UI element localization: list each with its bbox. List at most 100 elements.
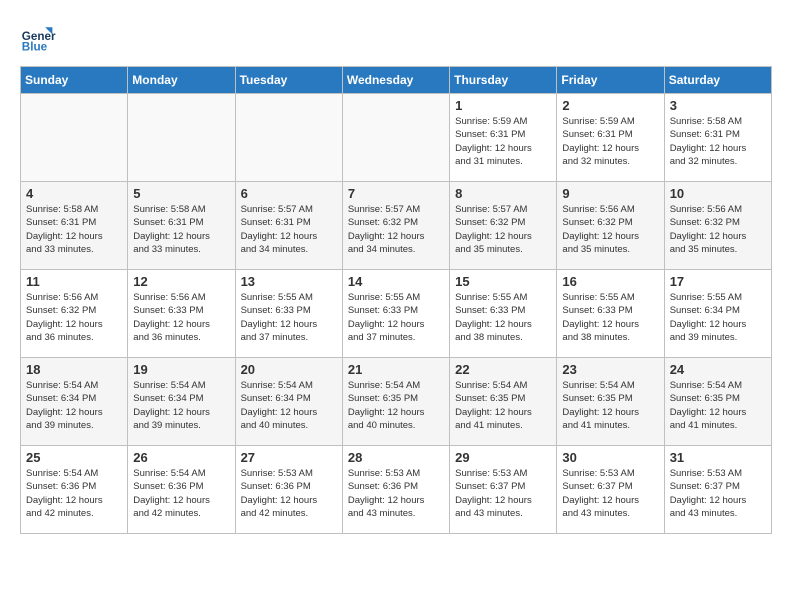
calendar-cell: 24 Sunrise: 5:54 AM Sunset: 6:35 PM Dayli… — [664, 358, 771, 446]
day-info: Sunrise: 5:56 AM Sunset: 6:32 PM Dayligh… — [670, 203, 766, 256]
day-info: Sunrise: 5:55 AM Sunset: 6:34 PM Dayligh… — [670, 291, 766, 344]
day-number: 24 — [670, 362, 766, 377]
calendar-cell: 2 Sunrise: 5:59 AM Sunset: 6:31 PM Daylig… — [557, 94, 664, 182]
day-info: Sunrise: 5:58 AM Sunset: 6:31 PM Dayligh… — [670, 115, 766, 168]
week-row-2: 4 Sunrise: 5:58 AM Sunset: 6:31 PM Daylig… — [21, 182, 772, 270]
day-info: Sunrise: 5:55 AM Sunset: 6:33 PM Dayligh… — [455, 291, 551, 344]
day-number: 26 — [133, 450, 229, 465]
day-info: Sunrise: 5:58 AM Sunset: 6:31 PM Dayligh… — [26, 203, 122, 256]
calendar-cell — [342, 94, 449, 182]
calendar-cell: 14 Sunrise: 5:55 AM Sunset: 6:33 PM Dayli… — [342, 270, 449, 358]
day-number: 6 — [241, 186, 337, 201]
calendar-cell: 19Sunrise: 5:54 AM Sunset: 6:34 PM Dayli… — [128, 358, 235, 446]
week-row-1: 1 Sunrise: 5:59 AM Sunset: 6:31 PM Daylig… — [21, 94, 772, 182]
calendar-table: SundayMondayTuesdayWednesdayThursdayFrid… — [20, 66, 772, 534]
calendar-cell: 17 Sunrise: 5:55 AM Sunset: 6:34 PM Dayli… — [664, 270, 771, 358]
day-number: 16 — [562, 274, 658, 289]
calendar-cell: 27Sunrise: 5:53 AM Sunset: 6:36 PM Dayli… — [235, 446, 342, 534]
day-info: Sunrise: 5:59 AM Sunset: 6:31 PM Dayligh… — [455, 115, 551, 168]
day-info: Sunrise: 5:56 AM Sunset: 6:32 PM Dayligh… — [26, 291, 122, 344]
calendar-cell: 5 Sunrise: 5:58 AM Sunset: 6:31 PM Daylig… — [128, 182, 235, 270]
day-number: 12 — [133, 274, 229, 289]
calendar-cell — [21, 94, 128, 182]
svg-text:Blue: Blue — [22, 41, 48, 54]
day-number: 9 — [562, 186, 658, 201]
day-info: Sunrise: 5:54 AM Sunset: 6:35 PM Dayligh… — [455, 379, 551, 432]
calendar-cell: 31 Sunrise: 5:53 AM Sunset: 6:37 PM Dayli… — [664, 446, 771, 534]
calendar-cell — [235, 94, 342, 182]
day-number: 7 — [348, 186, 444, 201]
col-header-saturday: Saturday — [664, 67, 771, 94]
calendar-cell: 13Sunrise: 5:55 AM Sunset: 6:33 PM Dayli… — [235, 270, 342, 358]
day-number: 22 — [455, 362, 551, 377]
day-number: 10 — [670, 186, 766, 201]
col-header-wednesday: Wednesday — [342, 67, 449, 94]
day-info: Sunrise: 5:56 AM Sunset: 6:33 PM Dayligh… — [133, 291, 229, 344]
day-info: Sunrise: 5:54 AM Sunset: 6:36 PM Dayligh… — [26, 467, 122, 520]
logo: General Blue — [20, 20, 56, 56]
calendar-cell: 7 Sunrise: 5:57 AM Sunset: 6:32 PM Daylig… — [342, 182, 449, 270]
calendar-cell: 23Sunrise: 5:54 AM Sunset: 6:35 PM Dayli… — [557, 358, 664, 446]
week-row-5: 25 Sunrise: 5:54 AM Sunset: 6:36 PM Dayli… — [21, 446, 772, 534]
calendar-cell — [128, 94, 235, 182]
day-info: Sunrise: 5:54 AM Sunset: 6:34 PM Dayligh… — [241, 379, 337, 432]
calendar-cell: 9 Sunrise: 5:56 AM Sunset: 6:32 PM Daylig… — [557, 182, 664, 270]
day-info: Sunrise: 5:55 AM Sunset: 6:33 PM Dayligh… — [348, 291, 444, 344]
calendar-cell: 22 Sunrise: 5:54 AM Sunset: 6:35 PM Dayli… — [450, 358, 557, 446]
calendar-body: 1 Sunrise: 5:59 AM Sunset: 6:31 PM Daylig… — [21, 94, 772, 534]
calendar-cell: 11 Sunrise: 5:56 AM Sunset: 6:32 PM Dayli… — [21, 270, 128, 358]
day-info: Sunrise: 5:54 AM Sunset: 6:34 PM Dayligh… — [26, 379, 122, 432]
day-info: Sunrise: 5:57 AM Sunset: 6:32 PM Dayligh… — [348, 203, 444, 256]
day-info: Sunrise: 5:57 AM Sunset: 6:31 PM Dayligh… — [241, 203, 337, 256]
day-number: 27 — [241, 450, 337, 465]
day-info: Sunrise: 5:58 AM Sunset: 6:31 PM Dayligh… — [133, 203, 229, 256]
calendar-cell: 15Sunrise: 5:55 AM Sunset: 6:33 PM Dayli… — [450, 270, 557, 358]
day-info: Sunrise: 5:59 AM Sunset: 6:31 PM Dayligh… — [562, 115, 658, 168]
calendar-cell: 10 Sunrise: 5:56 AM Sunset: 6:32 PM Dayli… — [664, 182, 771, 270]
day-number: 11 — [26, 274, 122, 289]
day-number: 28 — [348, 450, 444, 465]
day-number: 23 — [562, 362, 658, 377]
day-number: 18 — [26, 362, 122, 377]
day-number: 31 — [670, 450, 766, 465]
day-number: 1 — [455, 98, 551, 113]
day-info: Sunrise: 5:57 AM Sunset: 6:32 PM Dayligh… — [455, 203, 551, 256]
page-header: General Blue — [20, 20, 772, 56]
day-info: Sunrise: 5:53 AM Sunset: 6:37 PM Dayligh… — [562, 467, 658, 520]
week-row-3: 11 Sunrise: 5:56 AM Sunset: 6:32 PM Dayli… — [21, 270, 772, 358]
calendar-cell: 25 Sunrise: 5:54 AM Sunset: 6:36 PM Dayli… — [21, 446, 128, 534]
calendar-cell: 3 Sunrise: 5:58 AM Sunset: 6:31 PM Daylig… — [664, 94, 771, 182]
day-number: 14 — [348, 274, 444, 289]
calendar-cell: 30Sunrise: 5:53 AM Sunset: 6:37 PM Dayli… — [557, 446, 664, 534]
day-number: 4 — [26, 186, 122, 201]
day-number: 5 — [133, 186, 229, 201]
logo-icon: General Blue — [20, 20, 56, 56]
calendar-cell: 12 Sunrise: 5:56 AM Sunset: 6:33 PM Dayli… — [128, 270, 235, 358]
day-number: 21 — [348, 362, 444, 377]
day-info: Sunrise: 5:55 AM Sunset: 6:33 PM Dayligh… — [562, 291, 658, 344]
col-header-friday: Friday — [557, 67, 664, 94]
day-info: Sunrise: 5:53 AM Sunset: 6:37 PM Dayligh… — [455, 467, 551, 520]
col-header-tuesday: Tuesday — [235, 67, 342, 94]
day-info: Sunrise: 5:54 AM Sunset: 6:35 PM Dayligh… — [348, 379, 444, 432]
day-info: Sunrise: 5:54 AM Sunset: 6:35 PM Dayligh… — [670, 379, 766, 432]
day-info: Sunrise: 5:56 AM Sunset: 6:32 PM Dayligh… — [562, 203, 658, 256]
calendar-cell: 8Sunrise: 5:57 AM Sunset: 6:32 PM Daylig… — [450, 182, 557, 270]
calendar-header: SundayMondayTuesdayWednesdayThursdayFrid… — [21, 67, 772, 94]
week-row-4: 18 Sunrise: 5:54 AM Sunset: 6:34 PM Dayli… — [21, 358, 772, 446]
day-info: Sunrise: 5:53 AM Sunset: 6:37 PM Dayligh… — [670, 467, 766, 520]
calendar-cell: 20Sunrise: 5:54 AM Sunset: 6:34 PM Dayli… — [235, 358, 342, 446]
col-header-sunday: Sunday — [21, 67, 128, 94]
calendar-cell: 21 Sunrise: 5:54 AM Sunset: 6:35 PM Dayli… — [342, 358, 449, 446]
calendar-cell: 28Sunrise: 5:53 AM Sunset: 6:36 PM Dayli… — [342, 446, 449, 534]
day-number: 2 — [562, 98, 658, 113]
calendar-cell: 18 Sunrise: 5:54 AM Sunset: 6:34 PM Dayli… — [21, 358, 128, 446]
calendar-cell: 6 Sunrise: 5:57 AM Sunset: 6:31 PM Daylig… — [235, 182, 342, 270]
day-info: Sunrise: 5:54 AM Sunset: 6:34 PM Dayligh… — [133, 379, 229, 432]
calendar-cell: 4 Sunrise: 5:58 AM Sunset: 6:31 PM Daylig… — [21, 182, 128, 270]
day-number: 29 — [455, 450, 551, 465]
day-number: 3 — [670, 98, 766, 113]
calendar-cell: 16 Sunrise: 5:55 AM Sunset: 6:33 PM Dayli… — [557, 270, 664, 358]
day-number: 25 — [26, 450, 122, 465]
day-number: 17 — [670, 274, 766, 289]
